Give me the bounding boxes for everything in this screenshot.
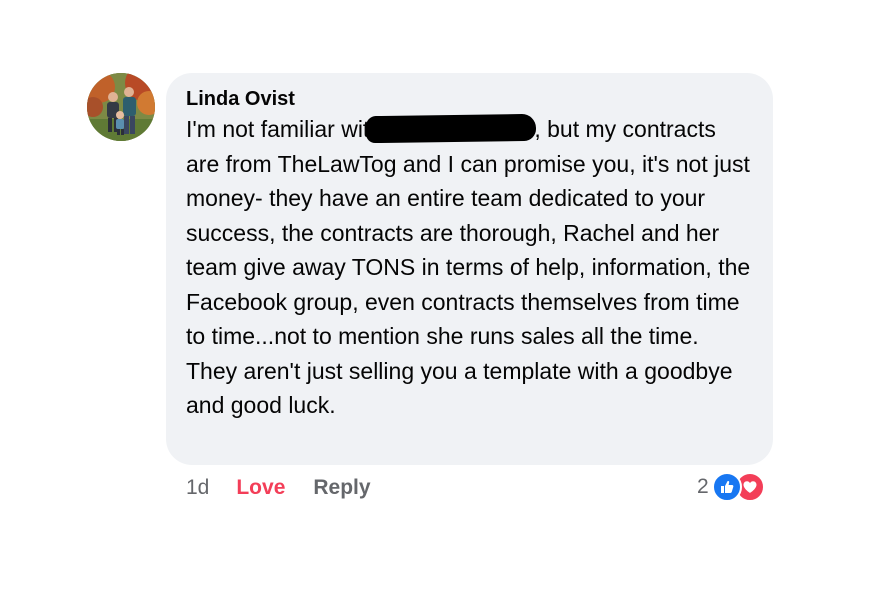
profile-photo-icon <box>87 73 155 141</box>
comment-bubble: Linda Ovist I'm not familiar wit, but my… <box>166 73 773 465</box>
like-icon <box>711 472 742 502</box>
reaction-count: 2 <box>697 475 709 498</box>
avatar[interactable] <box>87 73 155 141</box>
comment-timestamp[interactable]: 1d <box>186 476 209 500</box>
comment-text: I'm not familiar wit, but my contracts a… <box>186 112 753 423</box>
redaction-mark <box>366 113 537 144</box>
comment-text-start: I'm not familiar wit <box>186 116 370 142</box>
comment-author[interactable]: Linda Ovist <box>186 87 753 111</box>
comment-text-rest: , but my contracts are from TheLawTog an… <box>186 116 751 418</box>
reactions-summary[interactable]: 2 <box>697 472 765 502</box>
reply-button[interactable]: Reply <box>313 476 370 500</box>
love-button[interactable]: Love <box>236 476 285 500</box>
comment-actions: 1d Love Reply <box>186 473 371 503</box>
